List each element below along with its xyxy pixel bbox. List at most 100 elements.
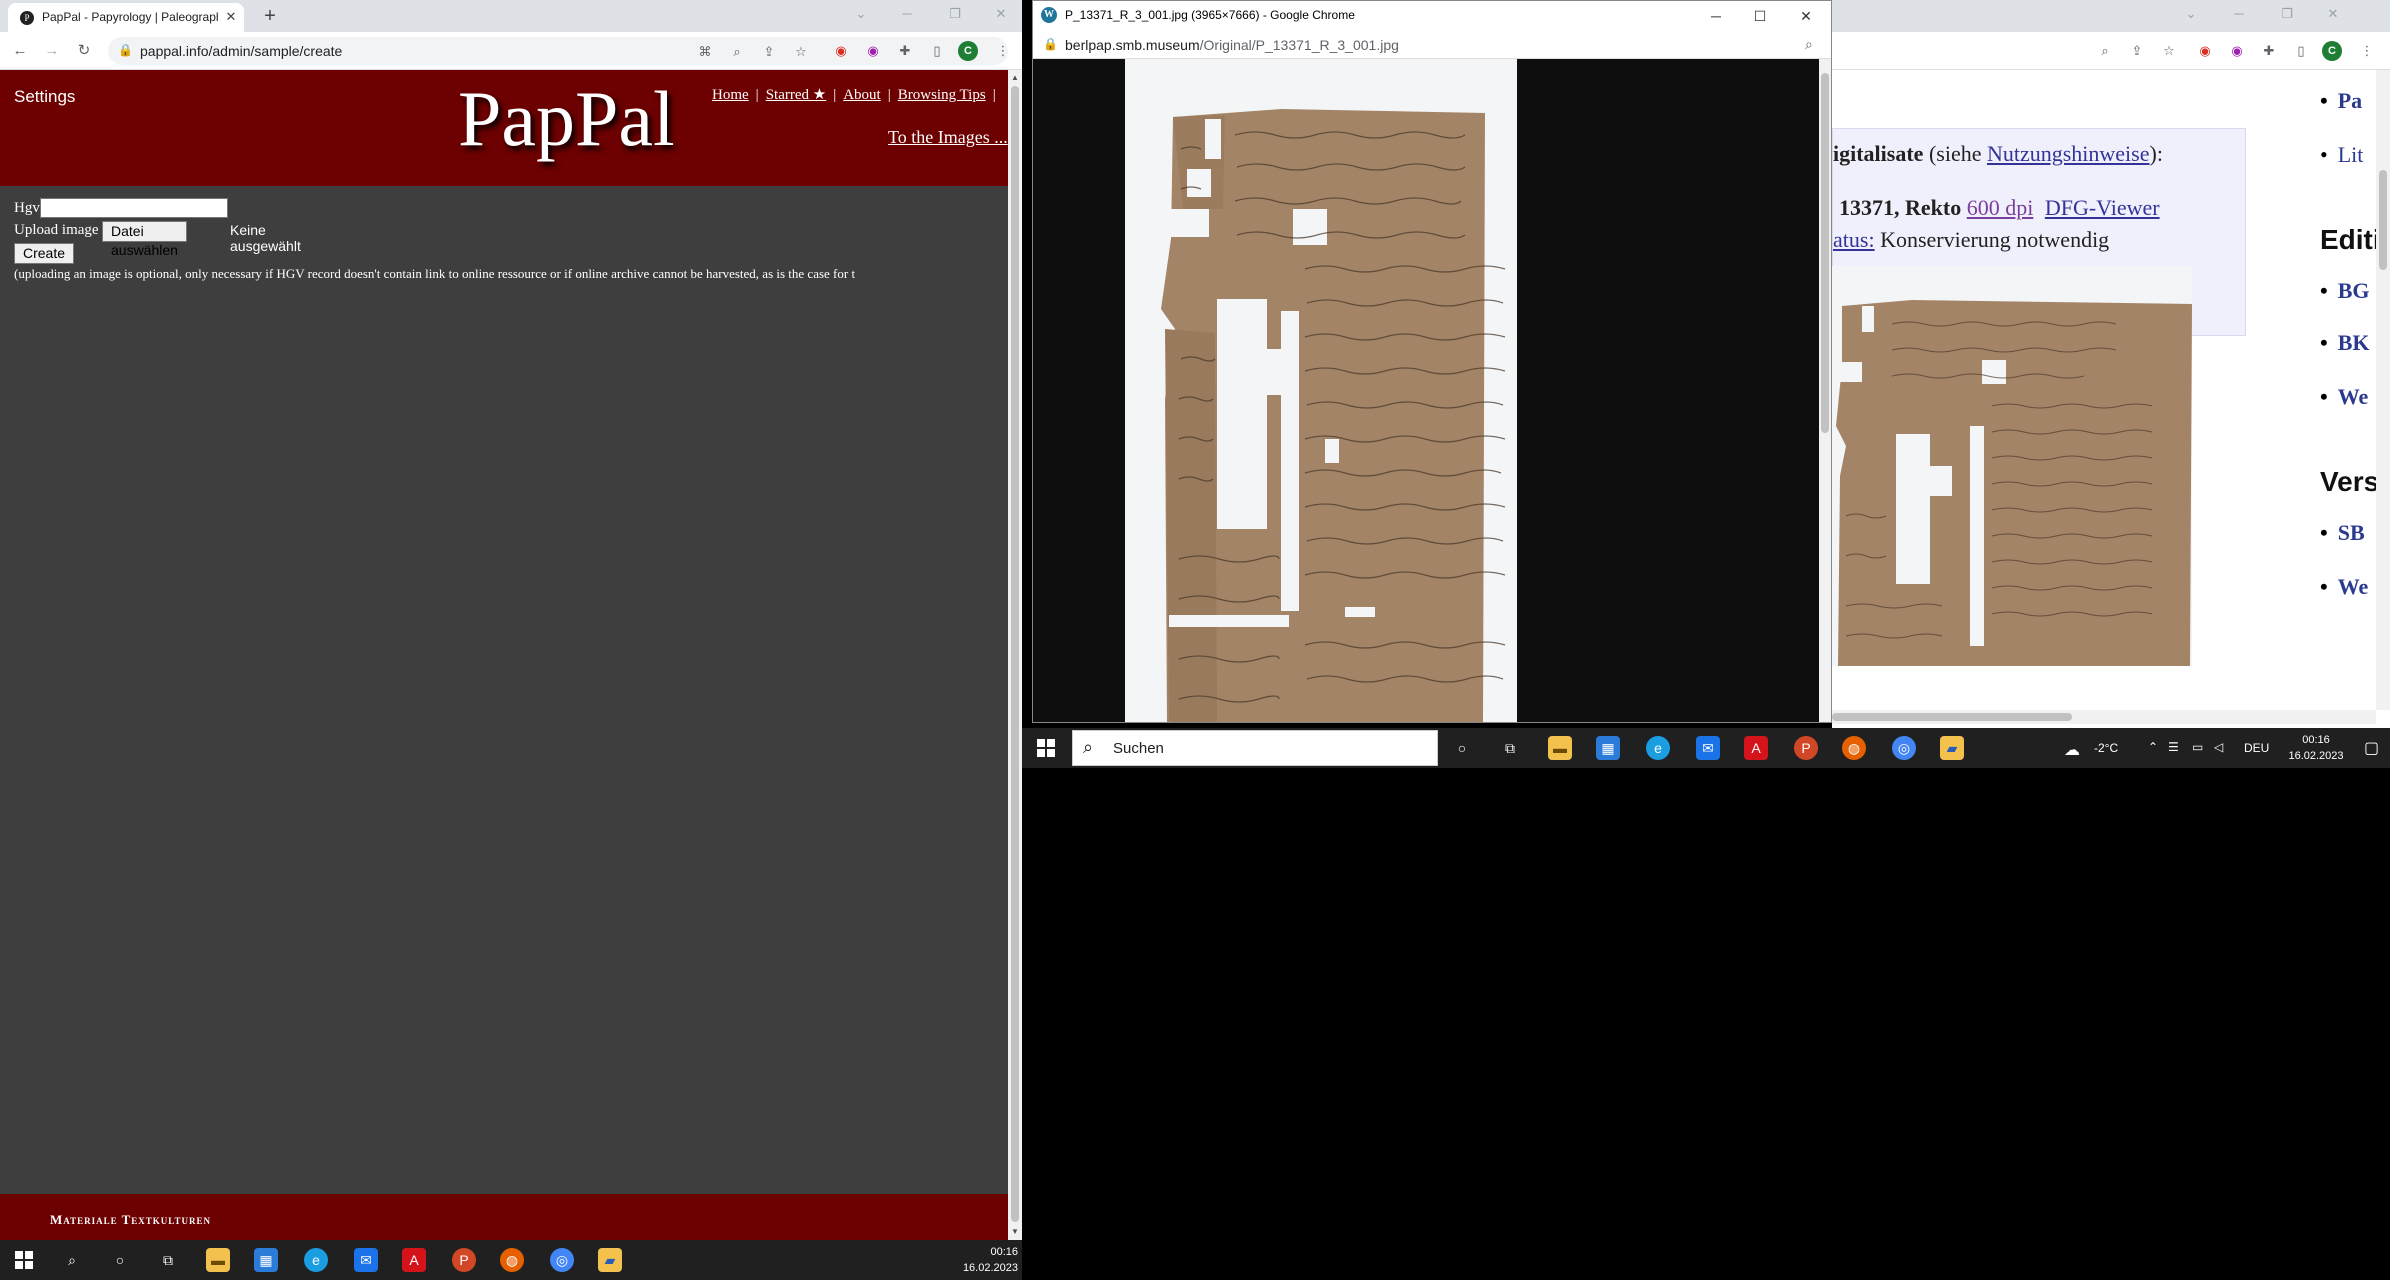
store-icon[interactable]: ▦	[254, 1248, 278, 1272]
right-close-icon[interactable]: ✕	[2322, 4, 2344, 24]
create-button[interactable]: Create	[14, 243, 75, 264]
right-chrome-icon[interactable]: ◎	[1892, 736, 1916, 760]
right-extension-purple-icon[interactable]: ◉	[2228, 42, 2246, 60]
file-manager-icon[interactable]: ▰	[598, 1248, 622, 1272]
hgv-input[interactable]	[40, 198, 228, 218]
clock-date[interactable]: 16.02.2023	[950, 1260, 1018, 1276]
vertical-scrollbar[interactable]: ▲ ▼	[1008, 70, 1022, 1240]
reload-icon[interactable]: ↻	[74, 41, 94, 61]
right-horizontal-scrollbar[interactable]	[1832, 710, 2376, 724]
file-select-button[interactable]: Datei auswählen	[102, 221, 187, 258]
right-start-icon[interactable]	[1034, 736, 1058, 760]
search-icon[interactable]: ⌕	[60, 1248, 84, 1272]
nav-about[interactable]: About	[843, 87, 881, 103]
right-menu-icon[interactable]: ⋮	[2358, 42, 2376, 60]
right-acrobat-icon[interactable]: A	[1744, 736, 1768, 760]
scroll-down-icon[interactable]: ▼	[1009, 1226, 1021, 1238]
file-explorer-icon[interactable]: ▬	[206, 1248, 230, 1272]
right-file-manager-icon[interactable]: ▰	[1940, 736, 1964, 760]
mail-icon[interactable]: ✉	[354, 1248, 378, 1272]
restore-icon[interactable]: ❐	[944, 4, 966, 24]
right-file-explorer-icon[interactable]: ▬	[1548, 736, 1572, 760]
sidepanel-icon[interactable]: ▯	[928, 42, 946, 60]
menu-icon[interactable]: ⋮	[994, 42, 1012, 60]
tab-pappal[interactable]: P PapPal - Papyrology | Paleograph ✕	[8, 3, 244, 32]
tab-search-icon[interactable]: ⌄	[850, 4, 872, 24]
right-scroll-thumb[interactable]	[2379, 170, 2387, 270]
list-item-lit[interactable]: • Lit	[2320, 142, 2363, 168]
new-tab-button[interactable]: +	[258, 5, 282, 29]
right-edge-icon[interactable]: e	[1646, 736, 1670, 760]
right-minimize-icon[interactable]: ─	[2228, 4, 2250, 24]
translate-icon[interactable]: ⌘	[696, 43, 714, 61]
right-store-icon[interactable]: ▦	[1596, 736, 1620, 760]
papyrus-image[interactable]	[1125, 59, 1517, 723]
papyrus-thumbnail[interactable]	[1832, 266, 2192, 666]
to-images-link[interactable]: To the Images ...	[888, 127, 1008, 148]
tab-close-icon[interactable]: ✕	[222, 8, 240, 26]
edition-item-3[interactable]: • We	[2320, 384, 2368, 410]
pappal-logo[interactable]: PapPal	[458, 74, 675, 164]
minimize-icon[interactable]: ─	[896, 4, 918, 24]
acrobat-icon[interactable]: A	[402, 1248, 426, 1272]
right-clock-date[interactable]: 16.02.2023	[2278, 748, 2354, 764]
extension-red-icon[interactable]: ◉	[832, 42, 850, 60]
nav-browsing-tips[interactable]: Browsing Tips	[898, 87, 986, 103]
close-window-icon[interactable]: ✕	[990, 4, 1012, 24]
firefox-icon[interactable]: ◍	[500, 1248, 524, 1272]
popup-zoom-icon[interactable]: ⌕	[1805, 36, 1813, 53]
right-extension-red-icon[interactable]: ◉	[2196, 42, 2214, 60]
version-item-2[interactable]: • We	[2320, 574, 2368, 600]
bookmark-star-icon[interactable]: ☆	[792, 43, 810, 61]
status-link[interactable]: atus:	[1833, 227, 1875, 252]
share-icon[interactable]: ⇪	[760, 43, 778, 61]
right-hscroll-thumb[interactable]	[1832, 713, 2072, 721]
settings-link[interactable]: Settings	[14, 87, 75, 107]
weather-icon[interactable]: ☁	[2064, 740, 2080, 760]
chrome-icon[interactable]: ◎	[550, 1248, 574, 1272]
network-icon[interactable]: ☰	[2168, 740, 2179, 754]
clock-time[interactable]: 00:16	[950, 1244, 1018, 1260]
volume-icon[interactable]: ◁	[2214, 740, 2223, 754]
edition-item-1[interactable]: • BG	[2320, 278, 2370, 304]
right-extensions-icon[interactable]: ✚	[2260, 42, 2278, 60]
extensions-puzzle-icon[interactable]: ✚	[896, 42, 914, 60]
scroll-up-icon[interactable]: ▲	[1009, 72, 1021, 84]
right-restore-icon[interactable]: ❐	[2276, 4, 2298, 24]
taskbar-search-box[interactable]: ⌕ Suchen	[1072, 730, 1438, 766]
popup-close-icon[interactable]: ✕	[1791, 6, 1821, 26]
popup-address-bar[interactable]: 🔒 berlpap.smb.museum/Original/P_13371_R_…	[1033, 31, 1831, 59]
tray-chevron-icon[interactable]: ⌃	[2148, 740, 2158, 754]
forward-icon[interactable]: →	[42, 41, 62, 61]
list-item-pa[interactable]: • Pa	[2320, 88, 2362, 114]
battery-icon[interactable]: ▭	[2192, 740, 2203, 754]
right-cortana-icon[interactable]: ○	[1450, 736, 1474, 760]
right-sidepanel-icon[interactable]: ▯	[2292, 42, 2310, 60]
version-item-1[interactable]: • SB	[2320, 520, 2365, 546]
right-powerpoint-icon[interactable]: P	[1794, 736, 1818, 760]
nutzungshinweise-link[interactable]: Nutzungshinweise	[1987, 141, 2150, 166]
nav-home[interactable]: Home	[712, 87, 749, 103]
popup-maximize-icon[interactable]: ☐	[1745, 6, 1775, 26]
language-indicator[interactable]: DEU	[2244, 741, 2269, 755]
right-mail-icon[interactable]: ✉	[1696, 736, 1720, 760]
right-firefox-icon[interactable]: ◍	[1842, 736, 1866, 760]
right-bookmark-icon[interactable]: ☆	[2160, 42, 2178, 60]
zoom-icon[interactable]: ⌕	[728, 43, 746, 61]
right-clock-time[interactable]: 00:16	[2278, 732, 2354, 748]
edition-item-2[interactable]: • BK	[2320, 330, 2370, 356]
right-profile-avatar[interactable]: C	[2322, 41, 2342, 61]
extension-purple-icon[interactable]: ◉	[864, 42, 882, 60]
powerpoint-icon[interactable]: P	[452, 1248, 476, 1272]
profile-avatar[interactable]: C	[958, 41, 978, 61]
back-icon[interactable]: ←	[10, 41, 30, 61]
dfg-viewer-link[interactable]: DFG-Viewer	[2045, 195, 2160, 220]
right-task-view-icon[interactable]: ⧉	[1498, 736, 1522, 760]
popup-scroll-thumb[interactable]	[1821, 73, 1829, 433]
right-share-icon[interactable]: ⇪	[2128, 42, 2146, 60]
right-tab-search-icon[interactable]: ⌄	[2180, 4, 2202, 24]
right-zoom-icon[interactable]: ⌕	[2096, 42, 2114, 60]
scroll-thumb[interactable]	[1011, 86, 1019, 1222]
cortana-icon[interactable]: ○	[108, 1248, 132, 1272]
popup-minimize-icon[interactable]: ─	[1701, 6, 1731, 26]
